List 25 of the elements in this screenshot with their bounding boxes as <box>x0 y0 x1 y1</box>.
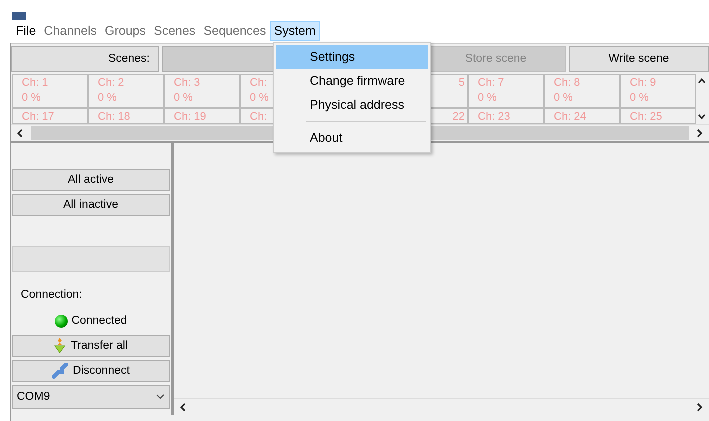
channel-value: 0 % <box>478 91 498 106</box>
channel-name: Ch: 2 <box>98 76 126 91</box>
channel-name: Ch: 17 <box>22 110 56 124</box>
channel-name: Ch: <box>250 110 268 124</box>
channel-name: Ch: 18 <box>98 110 132 124</box>
channel-name: Ch: 8 <box>554 76 582 91</box>
channel-name: Ch: <box>250 76 268 91</box>
channel-name: Ch: 19 <box>174 110 208 124</box>
channel-name: Ch: 24 <box>554 110 588 124</box>
connection-label: Connection: <box>20 288 84 303</box>
channel-name: Ch: 25 <box>630 110 664 124</box>
channel-name: Ch: 7 <box>478 76 506 91</box>
channel-name: Ch: 9 <box>630 76 658 91</box>
channel-value: 0 % <box>554 91 574 106</box>
channel-name: Ch: 3 <box>174 76 202 91</box>
channel-value: 0 % <box>250 91 270 106</box>
channel-value: 0 % <box>98 91 118 106</box>
channel-value: 0 % <box>174 91 194 106</box>
channel-value: 0 % <box>22 91 42 106</box>
channel-name: Ch: 23 <box>478 110 512 124</box>
channel-value: 0 % <box>630 91 650 106</box>
status-text: Connected <box>72 315 128 327</box>
scenes-label: Scenes: <box>11 46 159 72</box>
channel-name: Ch: 1 <box>22 76 50 91</box>
channel-name: 22 <box>452 110 465 124</box>
